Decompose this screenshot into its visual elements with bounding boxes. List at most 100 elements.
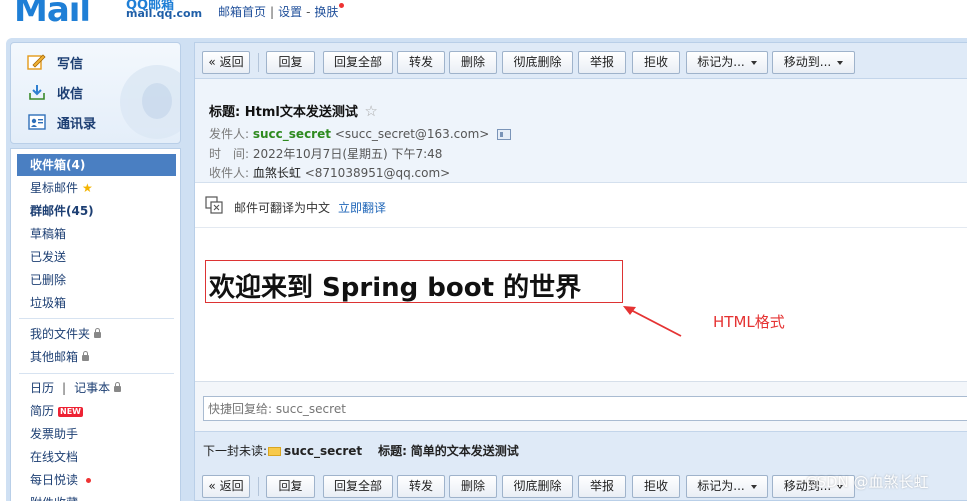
reject-button[interactable]: 拒收 (632, 475, 680, 498)
logo[interactable]: Mail (14, 0, 91, 30)
next-subject-label: 标题: (378, 444, 407, 458)
sender-address: <succ_secret@163.com> (334, 127, 490, 141)
forward-button[interactable]: 转发 (397, 475, 445, 498)
move-to-dropdown[interactable]: 移动到... (772, 51, 855, 74)
delete-button[interactable]: 删除 (449, 51, 497, 74)
folder-inbox[interactable]: 收件箱(4) (17, 154, 176, 176)
translate-message: 邮件可翻译为中文 立即翻译 (234, 199, 386, 216)
logo-url: mail.qq.com (126, 7, 203, 20)
sidebar-actions-panel: 写信 收信 通讯录 (10, 42, 181, 144)
compose-button[interactable]: 写信 (27, 51, 83, 73)
recipient-name[interactable]: 血煞长虹 (253, 166, 301, 180)
reply-button[interactable]: 回复 (266, 475, 315, 498)
app-resume[interactable]: 简历 NEW (11, 400, 180, 422)
folder-deleted[interactable]: 已删除 (11, 269, 180, 291)
next-unread: 下一封未读: succ_secret 标题: 简单的文本发送测试 (203, 442, 519, 459)
chevron-down-icon (750, 484, 757, 489)
permanent-delete-button[interactable]: 彻底删除 (502, 51, 573, 74)
link-settings[interactable]: 设置 (278, 5, 302, 19)
mark-as-label: 标记为... (697, 479, 745, 493)
folder-other-mailboxes[interactable]: 其他邮箱 (11, 346, 180, 368)
sidebar-divider (19, 318, 174, 319)
contacts-label: 通讯录 (57, 116, 97, 132)
reply-all-button[interactable]: 回复全部 (323, 475, 393, 498)
folder-spam[interactable]: 垃圾箱 (11, 292, 180, 314)
reply-all-button[interactable]: 回复全部 (323, 51, 393, 74)
back-button[interactable]: « 返回 (202, 51, 250, 74)
time-label: 时 间: (209, 147, 250, 161)
link-home[interactable]: 邮箱首页 (218, 5, 266, 19)
mail-to: 收件人: 血煞长虹 <871038951@qq.com> (209, 164, 450, 181)
mark-as-dropdown[interactable]: 标记为... (686, 475, 768, 498)
notification-dot (339, 3, 345, 8)
mail-from: 发件人: succ_secret <succ_secret@163.com> (209, 125, 512, 142)
add-contact-icon[interactable] (497, 129, 512, 140)
move-to-label: 移动到... (783, 55, 832, 69)
chevron-down-icon (750, 60, 757, 65)
compose-label: 写信 (57, 56, 84, 72)
reject-button[interactable]: 拒收 (632, 51, 680, 74)
report-button[interactable]: 举报 (578, 475, 626, 498)
folder-group-mail[interactable]: 群邮件(45) (11, 200, 180, 222)
mail-subject: 标题: Html文本发送测试 ☆ (209, 101, 378, 120)
top-links: 邮箱首页 | 设置 - 换肤 (218, 3, 345, 20)
app-calendar[interactable]: 日历 (30, 381, 54, 395)
quick-reply-area (195, 381, 967, 431)
mark-as-dropdown[interactable]: 标记为... (686, 51, 768, 74)
delete-button[interactable]: 删除 (449, 475, 497, 498)
back-button[interactable]: « 返回 (202, 475, 250, 498)
new-badge: NEW (58, 406, 83, 417)
app-calendar-notes: 日历 | 记事本 (11, 377, 180, 399)
other-mailboxes-label: 其他邮箱 (30, 350, 79, 364)
star-outline-icon[interactable]: ☆ (364, 102, 377, 120)
permanent-delete-button[interactable]: 彻底删除 (502, 475, 573, 498)
toolbar-top: « 返回 回复 回复全部 转发 删除 彻底删除 举报 拒收 标记为... 移动到… (195, 43, 967, 79)
receive-button[interactable]: 收信 (27, 81, 83, 103)
subject-text: Html文本发送测试 (244, 105, 358, 120)
mail-time: 时 间: 2022年10月7日(星期五) 下午7:48 (209, 145, 442, 162)
time-value: 2022年10月7日(星期五) 下午7:48 (252, 147, 443, 161)
inbox-download-icon (27, 83, 47, 101)
app-resume-label: 简历 (30, 404, 55, 418)
next-unread-label: 下一封未读: (203, 444, 268, 458)
qq-mascot-watermark (120, 65, 180, 139)
sidebar-divider (19, 373, 174, 374)
notification-dot (86, 478, 92, 483)
lock-icon (94, 327, 102, 338)
subject-label: 标题: (209, 105, 241, 120)
mark-as-label: 标记为... (697, 55, 745, 69)
mail-reading-pane: « 返回 回复 回复全部 转发 删除 彻底删除 举报 拒收 标记为... 移动到… (194, 42, 967, 501)
sender-name[interactable]: succ_secret (253, 127, 331, 141)
from-label: 发件人: (209, 127, 250, 141)
app-invoice-assistant[interactable]: 发票助手 (11, 423, 180, 445)
forward-button[interactable]: 转发 (397, 51, 445, 74)
app-online-docs[interactable]: 在线文档 (11, 446, 180, 468)
lock-icon (82, 350, 90, 361)
contacts-button[interactable]: 通讯录 (27, 111, 96, 133)
compose-icon (27, 53, 47, 71)
app-daily-reading[interactable]: 每日悦读 (11, 469, 180, 491)
header: Mail QQ邮箱 mail.qq.com 邮箱首页 | 设置 - 换肤 (0, 0, 967, 38)
folder-starred[interactable]: 星标邮件 ★ (11, 177, 180, 199)
folder-drafts[interactable]: 草稿箱 (11, 223, 180, 245)
next-unread-sender[interactable]: succ_secret (284, 444, 362, 458)
next-unread-subject[interactable]: 简单的文本发送测试 (411, 444, 519, 458)
to-label: 收件人: (209, 166, 250, 180)
app-attachment-favorites[interactable]: 附件收藏 (11, 492, 180, 501)
folder-my-folders[interactable]: 我的文件夹 (11, 323, 180, 345)
app-notepad[interactable]: 记事本 (74, 381, 110, 395)
mail-body: 欢迎来到 Spring boot 的世界 HTML格式 (195, 229, 967, 379)
star-icon: ★ (82, 181, 93, 195)
folder-sent[interactable]: 已发送 (11, 246, 180, 268)
translate-now-link[interactable]: 立即翻译 (338, 201, 386, 215)
annotation-label: HTML格式 (713, 313, 785, 331)
quick-reply-input[interactable] (203, 396, 967, 421)
app-daily-reading-label: 每日悦读 (30, 473, 79, 487)
annotation-arrow (623, 306, 682, 337)
reply-button[interactable]: 回复 (266, 51, 315, 74)
chevron-down-icon (837, 60, 844, 65)
recipient-address: <871038951@qq.com> (304, 166, 451, 180)
translate-bar: 邮件可翻译为中文 立即翻译 (195, 184, 967, 228)
report-button[interactable]: 举报 (578, 51, 626, 74)
link-skin[interactable]: 换肤 (314, 5, 338, 19)
